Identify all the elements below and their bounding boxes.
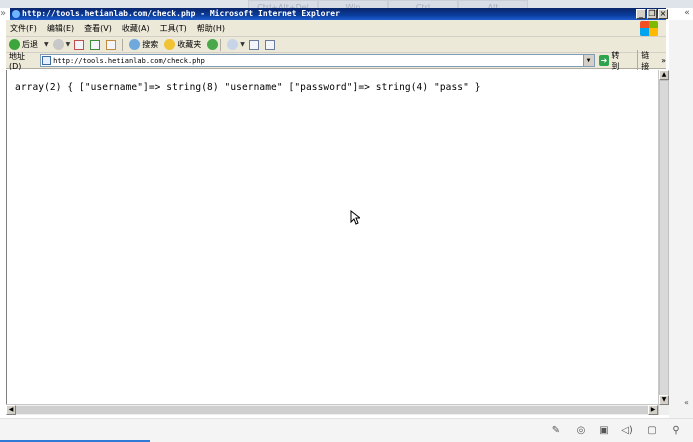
favorites-button[interactable]: 收藏夹 bbox=[164, 39, 201, 50]
go-arrow-icon: ➜ bbox=[598, 55, 610, 66]
scroll-left-arrow-icon[interactable]: ◀ bbox=[6, 405, 16, 415]
search-icon bbox=[129, 39, 141, 50]
close-button[interactable]: × bbox=[658, 9, 668, 19]
horizontal-scrollbar[interactable]: ◀ ▶ bbox=[6, 404, 658, 415]
minimize-button[interactable]: _ bbox=[636, 9, 646, 19]
back-button[interactable]: 后退 bbox=[9, 39, 38, 50]
standard-toolbar: 后退 ▼ ▼ 搜索 收藏夹 ▼ bbox=[6, 37, 666, 53]
scroll-up-arrow-icon[interactable]: ▲ bbox=[659, 70, 669, 80]
remote-side-panel bbox=[669, 20, 693, 418]
screenshot-icon[interactable]: ◎ bbox=[575, 425, 587, 437]
address-bar: 地址(D) http://tools.hetianlab.com/check.p… bbox=[6, 49, 666, 72]
window-titlebar[interactable]: http://tools.hetianlab.com/check.php - M… bbox=[10, 8, 666, 20]
home-icon[interactable] bbox=[106, 39, 117, 50]
expand-left-chevron-icon[interactable]: » bbox=[0, 8, 10, 20]
history-icon[interactable] bbox=[227, 39, 239, 50]
trash-icon[interactable]: ▣ bbox=[598, 425, 610, 437]
back-arrow-icon bbox=[9, 39, 20, 50]
ie-icon bbox=[12, 10, 20, 18]
volume-icon[interactable]: ◁) bbox=[621, 425, 633, 437]
screen: Ctrl+Alt+Del Win Ctrl Alt » http://tools… bbox=[0, 0, 693, 442]
side-expand-chevron-icon[interactable]: « bbox=[684, 398, 689, 407]
pin-icon[interactable]: ✎ bbox=[550, 425, 562, 437]
vertical-scroll-thumb[interactable] bbox=[659, 80, 669, 405]
menu-favorites[interactable]: 收藏(A) bbox=[122, 23, 150, 34]
windows-logo-icon bbox=[640, 21, 658, 36]
links-button[interactable]: 链接 bbox=[637, 49, 657, 72]
zoom-icon[interactable]: ⚲ bbox=[670, 425, 682, 437]
menu-edit[interactable]: 编辑(E) bbox=[47, 23, 74, 34]
window-icon[interactable]: ▢ bbox=[646, 425, 658, 437]
address-url: http://tools.hetianlab.com/check.php bbox=[53, 56, 205, 65]
menu-view[interactable]: 查看(V) bbox=[84, 23, 112, 34]
back-label: 后退 bbox=[22, 40, 38, 49]
links-chevron-icon[interactable]: » bbox=[661, 56, 666, 65]
collapse-right-chevron-icon[interactable]: « bbox=[681, 8, 693, 20]
forward-arrow-icon[interactable] bbox=[52, 39, 64, 50]
mail-icon[interactable] bbox=[248, 39, 259, 50]
scroll-down-arrow-icon[interactable]: ▼ bbox=[659, 395, 669, 405]
mouse-pointer-icon bbox=[350, 210, 360, 225]
refresh-icon[interactable] bbox=[90, 39, 101, 50]
horizontal-scroll-thumb[interactable] bbox=[16, 406, 648, 414]
media-icon[interactable] bbox=[207, 39, 219, 50]
address-label: 地址(D) bbox=[9, 51, 25, 71]
favorites-label: 收藏夹 bbox=[177, 40, 202, 49]
window-title: http://tools.hetianlab.com/check.php - M… bbox=[22, 9, 340, 18]
scroll-right-arrow-icon[interactable]: ▶ bbox=[648, 405, 658, 415]
menu-help[interactable]: 帮助(H) bbox=[197, 23, 225, 34]
print-icon[interactable] bbox=[264, 39, 275, 50]
page-icon bbox=[42, 56, 52, 65]
address-input[interactable]: http://tools.hetianlab.com/check.php ▼ bbox=[40, 54, 595, 67]
search-button[interactable]: 搜索 bbox=[129, 39, 158, 50]
menu-file[interactable]: 文件(F) bbox=[10, 23, 37, 34]
toolbar-separator bbox=[220, 38, 222, 51]
search-label: 搜索 bbox=[142, 40, 159, 49]
forward-dropdown-icon[interactable]: ▼ bbox=[66, 41, 71, 48]
remote-control-bar: ✎ ◎ ▣ ◁) ▢ ⚲ bbox=[0, 418, 693, 442]
menu-tools[interactable]: 工具(T) bbox=[160, 23, 187, 34]
address-dropdown-icon[interactable]: ▼ bbox=[582, 55, 594, 66]
go-label: 转到 bbox=[611, 50, 620, 71]
vertical-scrollbar[interactable]: ▲ ▼ bbox=[658, 70, 669, 415]
menu-bar: 文件(F) 编辑(E) 查看(V) 收藏(A) 工具(T) 帮助(H) bbox=[6, 20, 666, 37]
toolbar-separator bbox=[122, 38, 124, 51]
page-content: array(2) { ["username"]=> string(8) "use… bbox=[6, 70, 658, 404]
star-icon bbox=[164, 39, 176, 50]
stop-icon[interactable] bbox=[74, 39, 85, 50]
history-dropdown-icon[interactable]: ▼ bbox=[240, 41, 245, 48]
php-output-text: array(2) { ["username"]=> string(8) "use… bbox=[15, 82, 481, 93]
restore-button[interactable]: ❐ bbox=[647, 9, 657, 19]
go-button[interactable]: ➜ 转到 bbox=[598, 50, 628, 72]
back-dropdown-icon[interactable]: ▼ bbox=[44, 41, 49, 48]
